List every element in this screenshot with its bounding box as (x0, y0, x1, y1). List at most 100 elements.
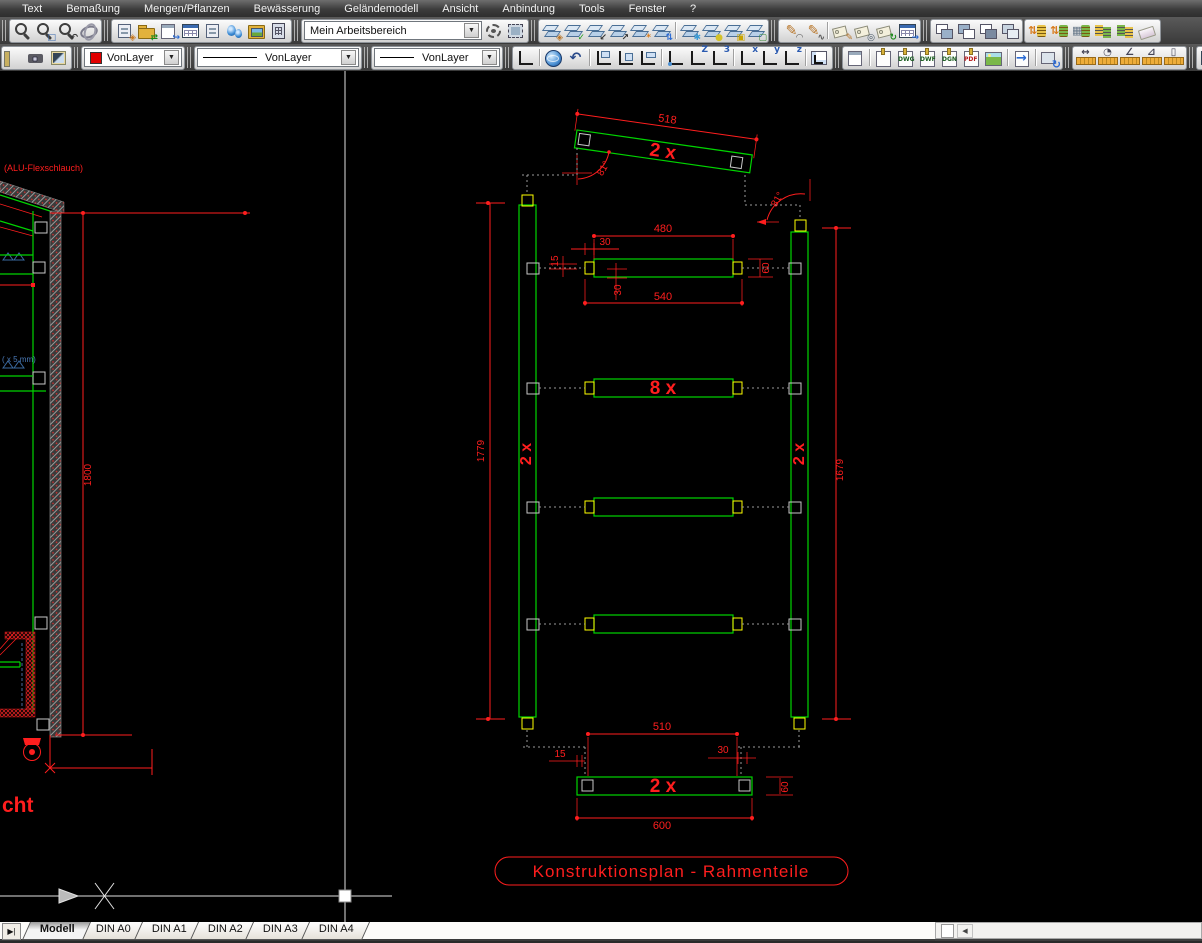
dimension-15-b[interactable]: 15 (549, 749, 585, 767)
zoom-window-icon[interactable]: □ (34, 21, 55, 41)
chevron-down-icon[interactable]: ▼ (482, 50, 497, 65)
toolbar-grip[interactable] (74, 47, 79, 68)
toolbar-grip[interactable] (1065, 47, 1070, 68)
attach-image-icon[interactable] (983, 48, 1004, 68)
update-reference-icon[interactable]: ↻ (1039, 48, 1060, 68)
view-caption[interactable]: cht (2, 794, 34, 817)
eraser-icon[interactable] (1137, 21, 1158, 41)
layer-walk-icon[interactable]: ◈ (541, 21, 562, 41)
dimension-510[interactable]: 510 (586, 721, 739, 776)
zoom-realtime-icon[interactable] (12, 21, 33, 41)
crossbar-1[interactable] (539, 259, 789, 277)
toolbar-grip[interactable] (2, 20, 7, 41)
left-rail-qty[interactable]: 2 x (518, 443, 535, 465)
menu--[interactable]: ? (678, 2, 708, 16)
measure-angle-icon[interactable]: ∠ (1119, 48, 1140, 68)
annotation-scale-icon[interactable]: ▦ (1071, 21, 1092, 41)
toolbar-grip[interactable] (187, 47, 192, 68)
ucs-rotate-z-icon[interactable]: z (781, 48, 802, 68)
svg-text:30[interactable]: 30 (717, 745, 729, 756)
tag-edit-icon[interactable]: ✎ (831, 21, 852, 41)
scroll-left-button[interactable]: ◀ (957, 924, 973, 938)
svg-text:600[interactable]: 600 (653, 820, 671, 832)
measure-radius-icon[interactable]: ◔ (1097, 48, 1118, 68)
top-bar-qty[interactable]: 2 x (648, 140, 678, 165)
attach-icon[interactable] (873, 48, 894, 68)
svg-text:1779[interactable]: 1779 (476, 439, 487, 462)
dimension-30-tab[interactable]: 30 (571, 237, 619, 255)
insulated-box[interactable] (0, 632, 35, 717)
ucs-origin-icon[interactable] (665, 48, 686, 68)
layer-off-icon[interactable]: ● (701, 21, 722, 41)
review-markups-icon[interactable] (224, 21, 245, 41)
bottom-bar[interactable]: 2 x (577, 776, 752, 797)
roof-hatch[interactable] (0, 181, 64, 213)
menu-fenster[interactable]: Fenster (617, 2, 678, 16)
crossbar-qty[interactable]: 8 x (650, 378, 677, 399)
quickcalc-icon[interactable] (268, 21, 289, 41)
bottom-bar-qty[interactable]: 2 x (650, 776, 677, 797)
color-dropdown[interactable]: VonLayer ▼ (84, 48, 182, 67)
svg-text:81°[interactable]: 81° (769, 190, 786, 209)
layer-state-icon[interactable]: ⇅ (651, 21, 672, 41)
angle-right[interactable]: 81° (757, 179, 810, 225)
dimension-480[interactable]: 480 (592, 223, 735, 259)
bring-to-front-icon[interactable] (933, 21, 954, 41)
model-space-canvas[interactable]: (ALU-Flexschlauch) 1800 ( x 5 mm) (0, 71, 1202, 922)
right-rail[interactable] (791, 232, 808, 717)
tag-inspect-icon[interactable]: ◎ (853, 21, 874, 41)
grip-square[interactable] (339, 890, 351, 902)
toolbar-grip[interactable] (531, 20, 536, 41)
tag-update-icon[interactable]: ↻ (875, 21, 896, 41)
ucs-icon[interactable] (515, 48, 536, 68)
scrollbar-thumb[interactable] (941, 924, 954, 938)
ucs-z-axis-icon[interactable]: Z (687, 48, 708, 68)
crossbar-3[interactable] (539, 498, 789, 516)
menu-bema-ung[interactable]: Bemaßung (54, 2, 132, 16)
layer-lock-icon[interactable]: ▣ (723, 21, 744, 41)
section-view[interactable]: (ALU-Flexschlauch) 1800 ( x 5 mm) (0, 163, 250, 817)
crossbar-8x[interactable]: 8 x (539, 378, 789, 399)
toolbar-grip[interactable] (835, 47, 840, 68)
right-rail-qty[interactable]: 2 x (791, 443, 808, 465)
page-title[interactable]: Konstruktionsplan - Rahmenteile (533, 862, 810, 881)
menu-ansicht[interactable]: Ansicht (430, 2, 490, 16)
external-reference-icon[interactable] (845, 48, 866, 68)
ucs-previous-icon[interactable]: ↶ (565, 48, 586, 68)
dimension-30-mid[interactable]: 30 (607, 263, 627, 300)
svg-text:540[interactable]: 540 (654, 291, 672, 303)
svg-text:480[interactable]: 480 (654, 223, 672, 235)
ucs-3point-icon[interactable]: 3 (709, 48, 730, 68)
top-slanted-bar[interactable]: 2 x 518 (570, 101, 760, 176)
caster-wheel[interactable] (23, 738, 41, 761)
chevron-down-icon[interactable]: ▼ (464, 23, 479, 38)
menu-gel-ndemodell[interactable]: Geländemodell (332, 2, 430, 16)
import-icon[interactable]: → (1011, 48, 1032, 68)
bring-above-icon[interactable] (977, 21, 998, 41)
workspace-dropdown[interactable]: Mein Arbeitsbereich ▼ (304, 21, 482, 40)
hatch-to-back-icon[interactable] (1115, 21, 1136, 41)
tab-din-a4[interactable]: DIN A4 (301, 922, 370, 940)
dimension-1800[interactable]: 1800 (50, 211, 250, 737)
send-under-icon[interactable] (999, 21, 1020, 41)
measure-volume-icon[interactable]: ▯ (1163, 48, 1184, 68)
svg-text:1800[interactable]: 1800 (83, 463, 94, 486)
menu-tools[interactable]: Tools (567, 2, 617, 16)
toolbar-grip[interactable] (1189, 47, 1194, 68)
properties-palette-icon[interactable]: ◈ (114, 21, 135, 41)
menu-mengen-pflanzen[interactable]: Mengen/Pflanzen (132, 2, 242, 16)
toolbar-grip[interactable] (294, 20, 299, 41)
alu-hose-label[interactable]: (ALU-Flexschlauch) (4, 163, 83, 173)
horizontal-scrollbar[interactable]: ◀ (935, 922, 1202, 939)
sheetset-manager-icon[interactable]: ↪ (158, 21, 179, 41)
dimension-600[interactable]: 600 (575, 798, 754, 832)
svg-text:15[interactable]: 15 (550, 255, 561, 267)
clamp-triangles[interactable] (3, 253, 24, 368)
svg-text:15[interactable]: 15 (554, 749, 566, 760)
chevron-down-icon[interactable]: ▼ (341, 50, 356, 65)
ucs-face-icon[interactable] (615, 48, 636, 68)
menu-bew-sserung[interactable]: Bewässerung (242, 2, 333, 16)
layer-new-icon[interactable]: * (629, 21, 650, 41)
send-to-back-icon[interactable] (955, 21, 976, 41)
draworder-annotations-icon[interactable]: ⇅ (1027, 21, 1048, 41)
